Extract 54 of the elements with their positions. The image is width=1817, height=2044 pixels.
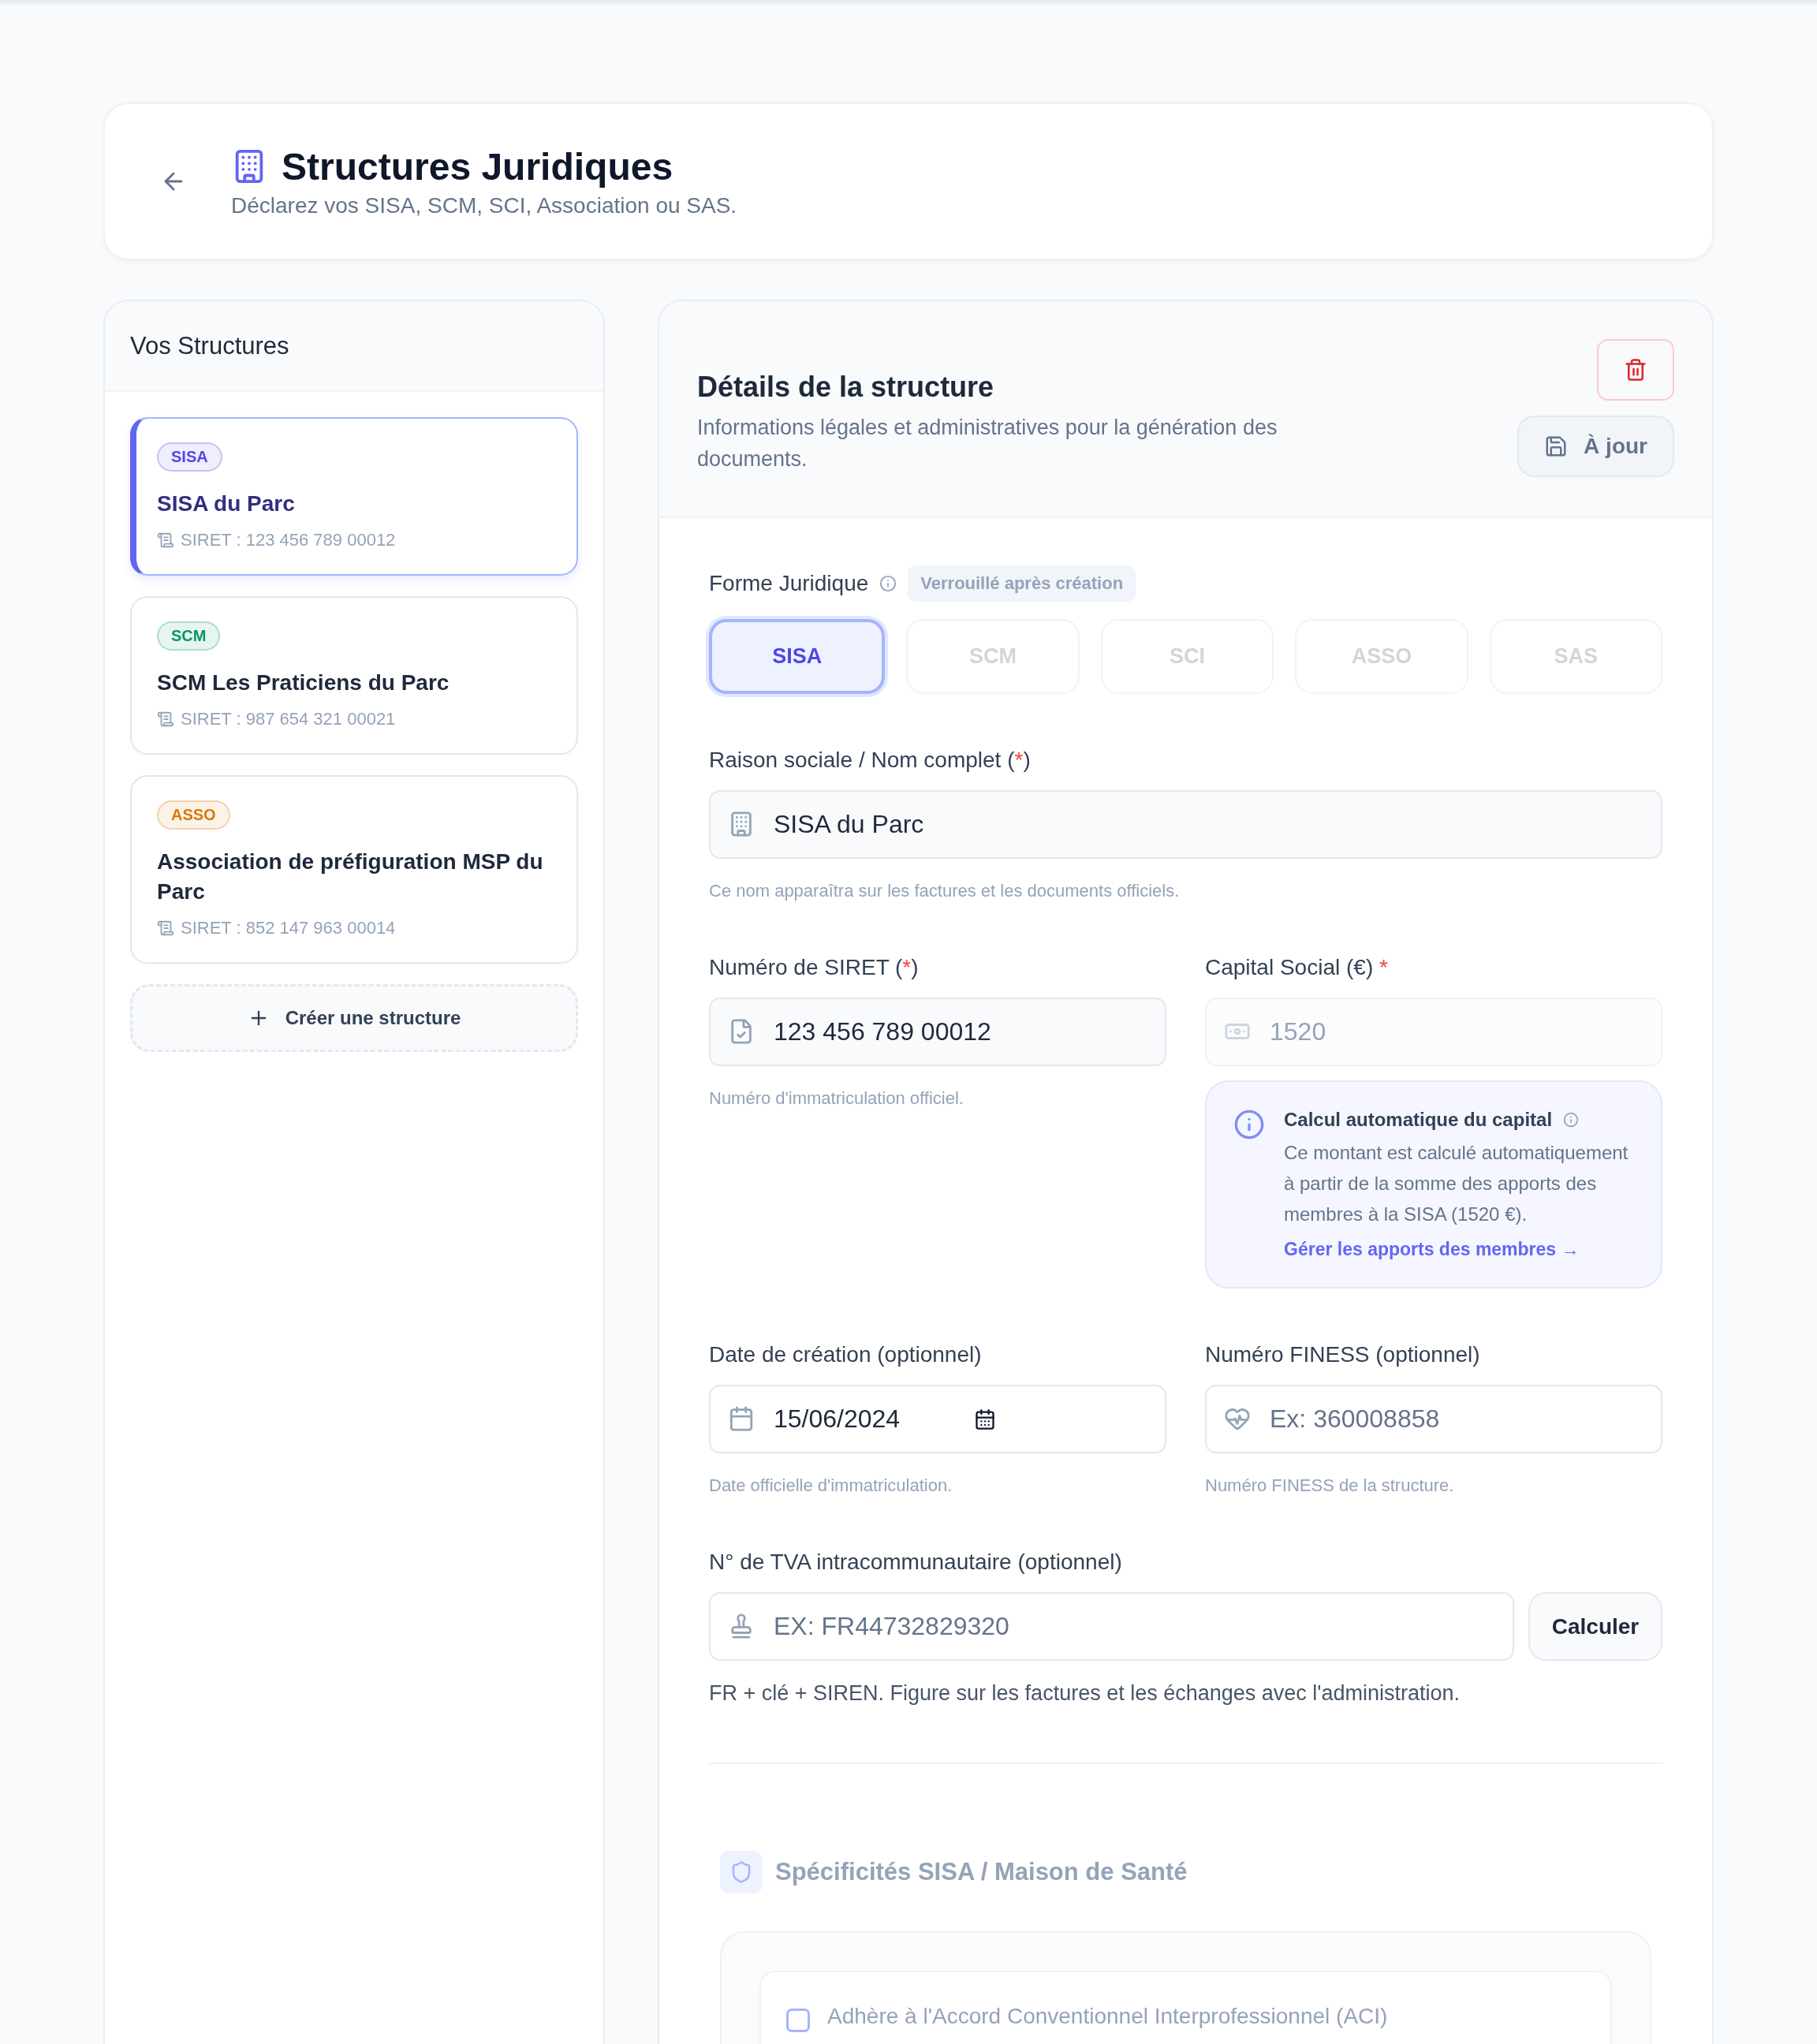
input-field[interactable]: EX: FR44732829320 bbox=[709, 1592, 1514, 1661]
scroll-icon bbox=[157, 532, 174, 549]
page-subtitle: Déclarez vos SISA, SCM, SCI, Association ou SAS. bbox=[231, 192, 737, 218]
type-badge: ASSO bbox=[157, 800, 230, 830]
input-field[interactable]: SISA du Parc bbox=[709, 790, 1662, 859]
type-badge: SISA bbox=[157, 442, 222, 472]
field-label: Raison sociale / Nom complet (*) bbox=[709, 748, 1032, 773]
field-label: Date de création (optionnel) bbox=[709, 1342, 983, 1367]
checkbox[interactable] bbox=[786, 2009, 810, 2032]
info-icon bbox=[879, 575, 897, 592]
field-label: Numéro de SIRET (*) bbox=[709, 955, 920, 980]
field-label: Forme Juridique bbox=[709, 571, 869, 596]
details-title: Détails de la structure bbox=[697, 371, 995, 404]
structure-name: Association de préfiguration MSP du Parc bbox=[157, 849, 544, 905]
input-field[interactable]: 123 456 789 00012 bbox=[709, 998, 1166, 1066]
scroll-icon bbox=[157, 919, 174, 937]
siret-text: SIRET : 123 456 789 00012 bbox=[181, 530, 396, 550]
type-badge: SCM bbox=[157, 621, 221, 651]
field-label: Numéro FINESS (optionnel) bbox=[1205, 1342, 1481, 1367]
field-label: Capital Social (€) * bbox=[1205, 955, 1389, 980]
panel-title: Vos Structures bbox=[105, 301, 603, 392]
field-hint: FR + clé + SIREN. Figure sur les factures et les échanges avec l'administration. bbox=[709, 1681, 1461, 1706]
input-field[interactable]: Ex: 360008858 bbox=[1205, 1385, 1662, 1453]
checkbox-label: Adhère à l'Accord Conventionnel Interprofessionnel (ACI) bbox=[827, 2004, 1388, 2029]
info-icon bbox=[1563, 1112, 1580, 1128]
structure-name: SISA du Parc bbox=[157, 490, 295, 517]
section-title: Spécificités SISA / Maison de Santé bbox=[775, 1858, 1188, 1886]
details-subtitle: Informations légales et administratives pour la génération des documents. bbox=[697, 415, 1278, 472]
field-label: N° de TVA intracommunautaire (optionnel) bbox=[709, 1550, 1123, 1575]
save-button[interactable]: À jour bbox=[1517, 416, 1674, 477]
structure-card[interactable]: SCM SCM Les Praticiens du Parc SIRET : 987 654 321 00021 bbox=[130, 596, 578, 755]
trash-icon bbox=[1624, 358, 1647, 382]
field-hint: Numéro d'immatriculation officiel. bbox=[709, 1088, 964, 1109]
info-title: Calcul automatique du capital bbox=[1284, 1109, 1553, 1131]
calendar-icon bbox=[728, 1405, 755, 1432]
siret-text: SIRET : 852 147 963 00014 bbox=[181, 918, 396, 938]
field-hint: Ce nom apparaîtra sur les factures et les documents officiels. bbox=[709, 881, 1181, 901]
page-title: Structures Juridiques bbox=[282, 144, 673, 188]
calculate-button[interactable]: Calculer bbox=[1528, 1592, 1662, 1661]
info-icon bbox=[1233, 1109, 1265, 1140]
lock-badge: Verrouillé après création bbox=[908, 565, 1136, 602]
delete-button[interactable] bbox=[1597, 339, 1674, 401]
create-structure-button[interactable]: Créer une structure bbox=[130, 984, 578, 1052]
field-hint: Numéro FINESS de la structure. bbox=[1205, 1475, 1455, 1496]
field-hint: Date officielle d'immatriculation. bbox=[709, 1475, 953, 1496]
structure-name: SCM Les Praticiens du Parc bbox=[157, 670, 450, 696]
structure-card[interactable]: SISA SISA du Parc SIRET : 123 456 789 00012 bbox=[130, 417, 578, 576]
shield-icon bbox=[720, 1851, 763, 1893]
siret-text: SIRET : 987 654 321 00021 bbox=[181, 709, 396, 729]
scroll-icon bbox=[157, 711, 174, 728]
structure-card[interactable]: ASSO Association de préfiguration MSP du Parc SIRET : 852 147 963 00014 bbox=[130, 775, 578, 964]
info-text: Ce montant est calculé automatiquement à partir de la somme des apports des membres à la SISA (1520 €). bbox=[1284, 1141, 1629, 1226]
date-field[interactable]: 15/06/2024 bbox=[709, 1385, 1166, 1453]
calendar-icon[interactable] bbox=[974, 1408, 996, 1430]
